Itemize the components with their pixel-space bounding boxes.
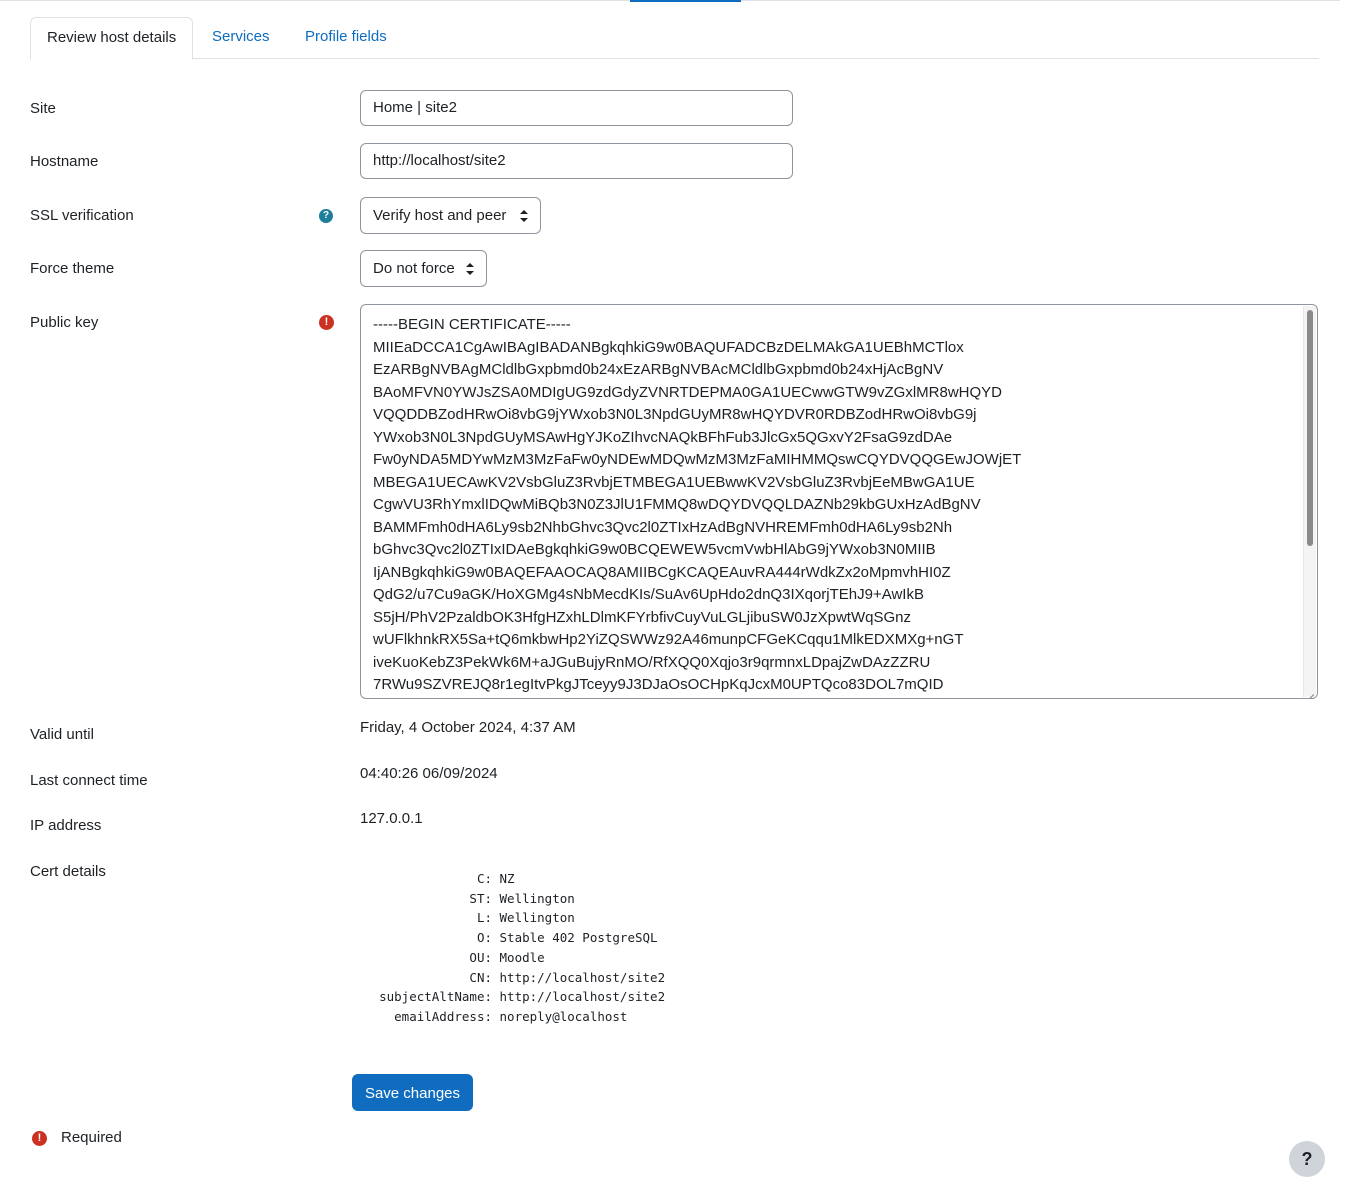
valid-until-label: Valid until	[30, 726, 94, 743]
hostname-label: Hostname	[30, 153, 99, 170]
cert-detail-key: CN:	[469, 969, 492, 985]
force-theme-value: Do not force	[373, 260, 455, 277]
cert-detail-value: Moodle	[492, 949, 545, 965]
cert-detail-value: noreply@localhost	[492, 1008, 628, 1024]
textarea-scrollbar[interactable]	[1303, 306, 1316, 697]
tab-services[interactable]: Services	[196, 17, 286, 57]
active-nav-indicator	[630, 0, 741, 2]
cert-detail-row: OU: Moodle	[375, 948, 665, 968]
public-key-line: Fw0yNDA5MDYwMzM3MzFaFw0yNDEwMDQwMzM3MzFa…	[373, 451, 1022, 468]
public-key-line: MBEGA1UECAwKV2VsbGluZ3RvbjETMBEGA1UEBwwK…	[373, 473, 975, 491]
public-key-line: IjANBgkqhkiG9w0BAQEFAAOCAQ8AMIIBCgKCAQEA…	[373, 563, 951, 581]
public-key-line: EzARBgNVBAgMCldlbGxpbmd0b24xEzARBgNVBAcM…	[373, 361, 944, 378]
cert-detail-key: subjectAltName:	[379, 989, 492, 1005]
ssl-verification-select[interactable]: Verify host and peer	[360, 197, 541, 234]
ssl-verification-value: Verify host and peer	[373, 207, 507, 224]
cert-detail-key: emailAddress:	[394, 1008, 492, 1024]
site-label: Site	[30, 100, 56, 117]
cert-detail-row: C: NZ	[375, 869, 665, 889]
cert-detail-row: L: Wellington	[375, 908, 665, 928]
public-key-line: MIIEaDCCA1CgAwIBAgIBADANBgkqhkiG9w0BAQUF…	[373, 338, 964, 356]
public-key-line: -----BEGIN CERTIFICATE-----	[373, 316, 571, 333]
exclamation-circle-icon: !	[32, 1131, 47, 1146]
help-icon[interactable]: ?	[319, 209, 333, 223]
public-key-line: 7RWu9SZVREJQ8r1egItvPkgJTceyy9J3DJaOsOCH…	[373, 676, 944, 693]
tab-review-host-details[interactable]: Review host details	[30, 17, 194, 60]
select-arrows-icon	[520, 210, 528, 222]
cert-detail-value: http://localhost/site2	[492, 969, 666, 985]
exclamation-circle-icon: !	[319, 315, 334, 330]
cert-detail-row: CN: http://localhost/site2	[375, 968, 665, 988]
save-changes-button[interactable]: Save changes	[352, 1074, 473, 1111]
public-key-label: Public key	[30, 314, 99, 331]
cert-detail-key: L:	[476, 910, 492, 926]
cert-detail-row: ST: Wellington	[375, 889, 665, 909]
cert-detail-value: http://localhost/site2	[492, 989, 666, 1005]
scrollbar-thumb[interactable]	[1307, 310, 1313, 546]
tab-profile-fields[interactable]: Profile fields	[289, 17, 403, 57]
public-key-textarea[interactable]: -----BEGIN CERTIFICATE----- MIIEaDCCA1CgA…	[360, 304, 1318, 699]
ip-address-label: IP address	[30, 817, 102, 834]
cert-detail-value: Wellington	[492, 910, 575, 926]
public-key-line: CgwVU3RhYmxlIDQwMiBQb3N0Z3JlU1FMMQ8wDQYD…	[373, 496, 981, 513]
last-connect-label: Last connect time	[30, 772, 148, 789]
last-connect-value: 04:40:26 06/09/2024	[360, 765, 498, 782]
cert-detail-key: C:	[476, 871, 492, 886]
cert-detail-key: OU:	[469, 949, 492, 965]
public-key-line: S5jH/PhV2PzaldbOK3HfgHZxhLDlmKFYrbfivCuy…	[373, 608, 911, 626]
question-mark-icon[interactable]: ?	[1289, 1141, 1325, 1177]
cert-detail-value: NZ	[492, 871, 515, 886]
tab-bar: Review host details Services Profile fie…	[30, 17, 1319, 60]
select-arrows-icon	[466, 263, 474, 275]
cert-details-label: Cert details	[30, 863, 106, 880]
cert-detail-key: O:	[476, 930, 492, 946]
resize-grip-icon[interactable]	[1304, 685, 1316, 697]
cert-detail-row: O: Stable 402 PostgreSQL	[375, 928, 665, 948]
cert-detail-value: Wellington	[492, 890, 575, 906]
public-key-line: VQQDDBZodHRwOi8vbG9jYWxob3N0L3NpdGUyMR8w…	[373, 406, 977, 423]
hostname-input[interactable]: http://localhost/site2	[360, 143, 793, 179]
required-legend-label: Required	[61, 1129, 122, 1146]
force-theme-label: Force theme	[30, 260, 115, 277]
cert-detail-row: subjectAltName: http://localhost/site2	[375, 987, 665, 1007]
public-key-line: iveKuoKebZ3PekWk6M+aJGuBujyRnMO/RfXQQ0Xq…	[373, 653, 931, 671]
public-key-line: YWxob3N0L3NpdGUyMSAwHgYJKoZIhvcNAQkBFhFu…	[373, 428, 953, 446]
ssl-verification-label: SSL verification	[30, 207, 134, 224]
cert-details-block: C: NZ ST: Wellington L: Wellington O: Stabl…	[375, 869, 665, 1027]
public-key-line: wUFlkhnkRX5Sa+tQ6mkbwHp2YiZQSWWz92A46mun…	[373, 631, 964, 648]
public-key-line: BAMMFmh0dHA6Ly9sb2NhbGhvc3Qvc2l0ZTIxHzAd…	[373, 518, 953, 536]
valid-until-value: Friday, 4 October 2024, 4:37 AM	[360, 719, 576, 736]
cert-detail-value: Stable 402 PostgreSQL	[492, 930, 658, 946]
public-key-line: QdG2/u7Cu9aGK/HoXGMg4sNbMecdKIs/SuAv6UpH…	[373, 586, 924, 603]
public-key-content: -----BEGIN CERTIFICATE----- MIIEaDCCA1CgA…	[373, 314, 1303, 697]
force-theme-select[interactable]: Do not force	[360, 250, 487, 287]
cert-detail-row: emailAddress: noreply@localhost	[375, 1007, 665, 1027]
site-input[interactable]: Home | site2	[360, 90, 793, 126]
public-key-line: bGhvc3Qvc2l0ZTIxIDAeBgkqhkiG9w0BCQEWEW5v…	[373, 541, 936, 558]
ip-address-value: 127.0.0.1	[360, 810, 423, 827]
public-key-line: BAoMFVN0YWJsZSA0MDIgUG9zdGdyZVNRTDEPMA0G…	[373, 383, 1002, 401]
cert-detail-key: ST:	[469, 890, 492, 906]
